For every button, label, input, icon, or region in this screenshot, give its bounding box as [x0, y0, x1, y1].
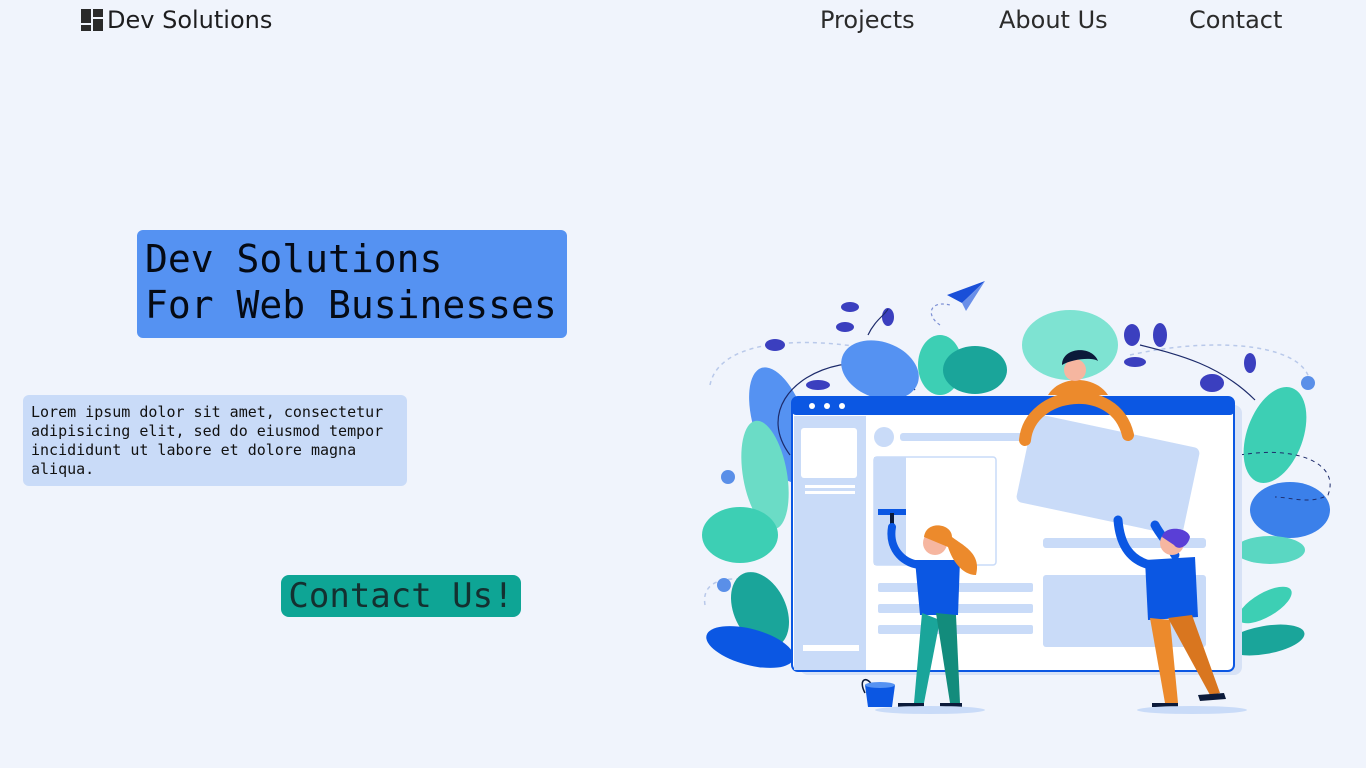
- hero-title-line-1: Dev Solutions: [145, 237, 443, 281]
- web-team-illustration: [702, 281, 1331, 714]
- nav-link-about-us[interactable]: About Us: [999, 6, 1108, 34]
- hero-description: Lorem ipsum dolor sit amet, consectetur …: [23, 395, 407, 486]
- brand-name: Dev Solutions: [107, 6, 273, 34]
- landing-page: Dev Solutions Projects About Us Contact …: [0, 0, 1366, 768]
- contact-us-button[interactable]: Contact Us!: [281, 575, 521, 617]
- nav-link-projects[interactable]: Projects: [820, 6, 915, 34]
- bucket-icon: [861, 678, 895, 707]
- hero-title: Dev Solutions For Web Businesses: [137, 230, 567, 338]
- grid-logo-icon: [81, 9, 103, 31]
- paper-plane-icon: [947, 281, 985, 311]
- brand-logo[interactable]: Dev Solutions: [80, 6, 272, 34]
- hero-title-line-2: For Web Businesses: [145, 283, 557, 327]
- nav-link-contact[interactable]: Contact: [1189, 6, 1282, 34]
